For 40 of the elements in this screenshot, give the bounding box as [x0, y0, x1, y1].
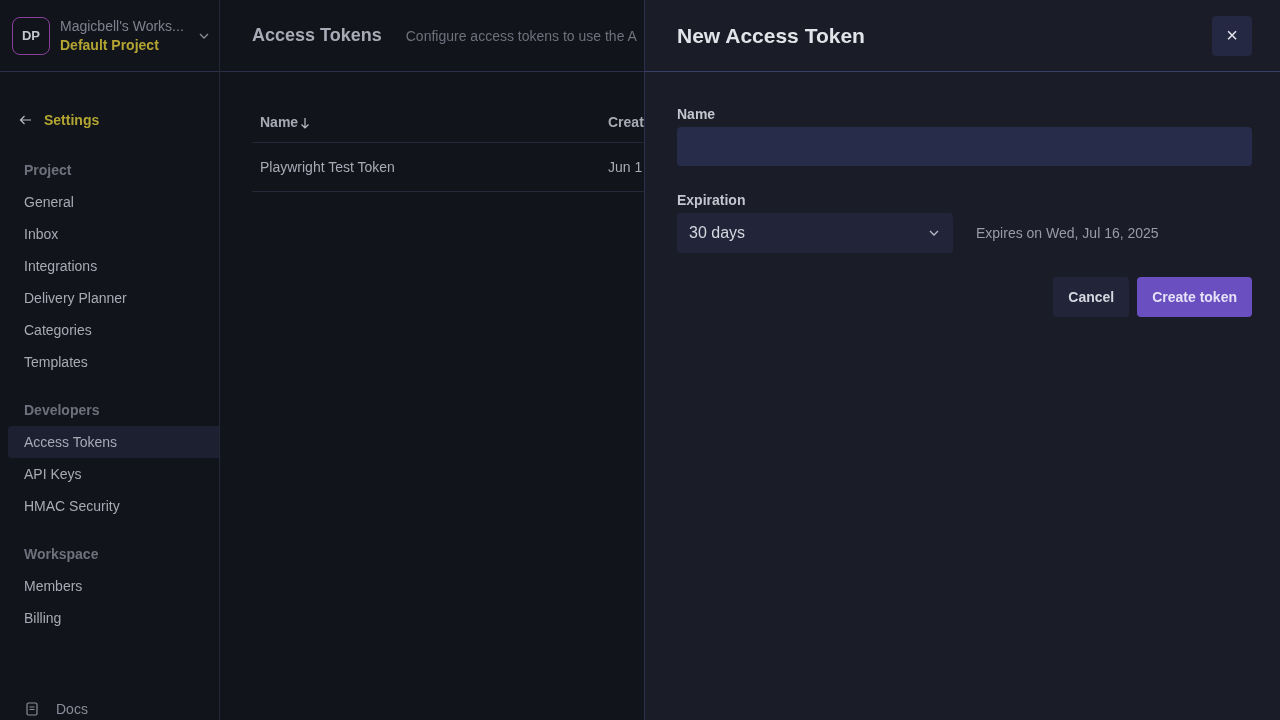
create-button[interactable]: Create token: [1137, 277, 1252, 317]
table-cell-text: Playwright Test Token: [259, 159, 396, 175]
name-input-field[interactable]: [677, 127, 1252, 166]
nav-section-heading: Developers: [23, 401, 101, 420]
table-cell-text: Jun 1: [607, 159, 643, 175]
field-label: Expiration: [677, 192, 747, 208]
workspace-switcher[interactable]: DP Magicbell's Works... Default Project: [0, 0, 219, 72]
page-title: Access Tokens: [252, 25, 382, 46]
expiry-note: Expires on Wed, Jul 16, 2025: [976, 225, 1159, 241]
nav-item[interactable]: Categories: [8, 314, 219, 346]
nav-item[interactable]: General: [8, 186, 219, 218]
drawer-title: New Access Token: [677, 23, 865, 48]
nav-item[interactable]: Billing: [8, 602, 219, 634]
close-button[interactable]: ×: [1212, 15, 1252, 56]
nav-item[interactable]: Members: [8, 570, 219, 602]
cancel-button[interactable]: Cancel: [1053, 277, 1130, 317]
workspace-name: Magicbell's Works...: [60, 18, 185, 34]
back-link[interactable]: Settings: [8, 110, 219, 130]
nav-item[interactable]: Templates: [8, 346, 219, 378]
nav-item[interactable]: API Keys: [8, 458, 219, 490]
column-header: Creat: [607, 114, 644, 130]
sort-arrow-down-icon: [300, 116, 311, 129]
nav-item[interactable]: Integrations: [8, 250, 219, 282]
column-header[interactable]: Name: [252, 114, 600, 130]
nav-item[interactable]: Delivery Planner: [8, 282, 219, 314]
arrow-left-icon: [19, 115, 32, 125]
expiration-select[interactable]: 30 days: [677, 213, 953, 253]
nav-item[interactable]: Access Tokens: [8, 426, 219, 458]
nav-section-heading: Workspace: [23, 545, 100, 564]
field-label: Name: [677, 106, 717, 122]
nav-section-heading: Project: [23, 161, 73, 180]
project-name: Default Project: [60, 37, 160, 53]
nav-item[interactable]: Inbox: [8, 218, 219, 250]
document-icon: [26, 702, 38, 716]
nav-item[interactable]: HMAC Security: [8, 490, 219, 522]
workspace-avatar: DP: [12, 16, 50, 55]
page-description: Configure access tokens to use the A: [405, 27, 637, 44]
chevron-down-icon: [199, 32, 209, 39]
docs-link[interactable]: Docs: [0, 700, 219, 718]
chevron-down-icon: [929, 230, 939, 236]
